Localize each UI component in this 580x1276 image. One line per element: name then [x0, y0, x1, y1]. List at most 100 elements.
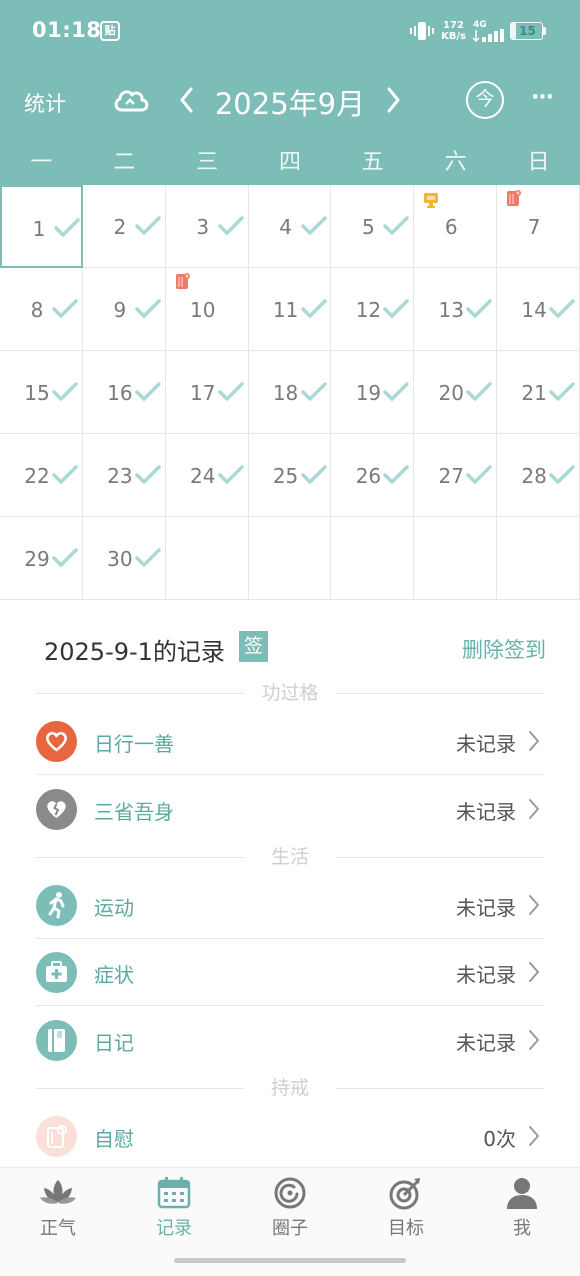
calendar-day-2[interactable]: 2: [82, 185, 166, 268]
calendar-empty-cell: [165, 517, 249, 600]
check-icon: [383, 382, 410, 401]
home-indicator: [174, 1258, 406, 1263]
check-icon: [466, 382, 493, 401]
calendar-day-7[interactable]: 7: [497, 185, 580, 268]
record-value: 未记录: [456, 896, 516, 920]
check-icon: [135, 216, 161, 235]
cloud-sync-icon[interactable]: [112, 84, 150, 116]
record-label: 日行一善: [94, 732, 174, 756]
record-row[interactable]: 运动 未记录: [36, 872, 544, 939]
record-label: 症状: [94, 963, 134, 987]
calendar-day-6[interactable]: 6: [414, 185, 498, 268]
calendar-day-22[interactable]: 22: [0, 434, 83, 517]
record-row[interactable]: 日行一善 未记录: [36, 708, 544, 775]
app-header: 01:18 贴 172 KB/s 4G 15 统计 2025年9月 今 ··· …: [0, 0, 580, 185]
next-month-icon[interactable]: [382, 86, 404, 114]
stats-button[interactable]: 统计: [24, 88, 66, 118]
chevron-right-icon: [529, 962, 539, 982]
calendar-grid: 1 2 3 4 5 6 7 8 9 10 11 12 13 14 15 16 17 18 19 20 21 22 23 24 2…: [0, 185, 580, 600]
calendar-day-25[interactable]: 25: [248, 434, 332, 517]
check-icon: [217, 216, 244, 235]
nav-item-user[interactable]: 我: [464, 1176, 580, 1256]
record-header: 2025-9-1的记录 签 删除签到: [0, 628, 580, 668]
check-icon: [52, 548, 78, 567]
calendar-empty-cell: [414, 517, 498, 600]
delete-signin-button[interactable]: 删除签到: [462, 634, 546, 664]
check-icon: [135, 548, 161, 567]
calendar-day-3[interactable]: 3: [165, 185, 249, 268]
calendar-empty-cell: [248, 517, 332, 600]
calendar-day-24[interactable]: 24: [165, 434, 249, 517]
more-menu-icon[interactable]: ···: [528, 86, 556, 114]
calendar-day-27[interactable]: 27: [414, 434, 498, 517]
calendar-day-30[interactable]: 30: [82, 517, 166, 600]
record-row[interactable]: 日记 未记录: [36, 1007, 544, 1074]
record-row[interactable]: 自慰 0次: [36, 1103, 544, 1170]
calendar-day-16[interactable]: 16: [82, 351, 166, 434]
calendar-day-9[interactable]: 9: [82, 268, 166, 351]
network-speed: 172 KB/s: [441, 20, 466, 42]
status-time: 01:18: [32, 18, 102, 42]
check-icon: [300, 465, 327, 484]
calendar-day-26[interactable]: 26: [331, 434, 415, 517]
broken-heart-icon: [36, 789, 77, 830]
weekday-label: 一: [30, 150, 53, 175]
calendar-day-17[interactable]: 17: [165, 351, 249, 434]
calendar-day-12[interactable]: 12: [331, 268, 415, 351]
toilet-paper-icon: [175, 273, 190, 289]
check-icon: [135, 382, 161, 401]
calendar-day-5[interactable]: 5: [331, 185, 415, 268]
month-title[interactable]: 2025年9月: [210, 81, 370, 123]
nav-label: 正气: [40, 1218, 76, 1239]
record-row[interactable]: 三省吾身 未记录: [36, 776, 544, 843]
calendar-day-4[interactable]: 4: [248, 185, 332, 268]
calendar-day-21[interactable]: 21: [497, 351, 580, 434]
nav-item-calendar[interactable]: 记录: [116, 1176, 232, 1256]
calendar-day-8[interactable]: 8: [0, 268, 83, 351]
calendar-day-28[interactable]: 28: [497, 434, 580, 517]
weekday-header: 一二三四五六日: [0, 140, 580, 185]
nav-item-lotus[interactable]: 正气: [0, 1176, 116, 1256]
today-button[interactable]: 今: [466, 81, 504, 119]
calendar-day-1[interactable]: 1: [0, 185, 83, 268]
calendar-day-23[interactable]: 23: [82, 434, 166, 517]
calendar-empty-cell: [331, 517, 415, 600]
prev-month-icon[interactable]: [176, 86, 198, 114]
record-value: 0次: [483, 1127, 516, 1151]
calendar-day-15[interactable]: 15: [0, 351, 83, 434]
section-title: 持戒: [270, 1077, 309, 1099]
section-title: 生活: [270, 846, 309, 868]
record-row[interactable]: 症状 未记录: [36, 939, 544, 1006]
calendar-day-19[interactable]: 19: [331, 351, 415, 434]
weekday-label: 六: [444, 150, 467, 175]
check-icon: [135, 465, 161, 484]
medical-kit-icon: [36, 952, 77, 993]
calendar-day-14[interactable]: 14: [497, 268, 580, 351]
section-title: 功过格: [261, 682, 319, 704]
calendar-day-29[interactable]: 29: [0, 517, 83, 600]
check-icon: [217, 382, 244, 401]
chevron-right-icon: [529, 1126, 539, 1146]
running-icon: [36, 885, 77, 926]
calendar-day-11[interactable]: 11: [248, 268, 332, 351]
check-icon: [54, 218, 80, 237]
nav-item-target[interactable]: 目标: [348, 1176, 464, 1256]
nav-item-circle[interactable]: 圈子: [232, 1176, 348, 1256]
calendar-day-13[interactable]: 13: [414, 268, 498, 351]
check-icon: [300, 299, 327, 318]
record-label: 自慰: [94, 1127, 134, 1151]
record-value: 未记录: [456, 1031, 516, 1055]
calendar-day-10[interactable]: 10: [165, 268, 249, 351]
sticker-notification-icon: 贴: [100, 21, 120, 41]
check-icon: [549, 299, 575, 318]
calendar-day-20[interactable]: 20: [414, 351, 498, 434]
record-value: 未记录: [456, 732, 516, 756]
calendar-empty-cell: [497, 517, 580, 600]
weekday-label: 二: [113, 150, 136, 175]
calendar-day-18[interactable]: 18: [248, 351, 332, 434]
battery-icon: 15: [510, 22, 546, 40]
chevron-right-icon: [529, 731, 539, 751]
chevron-right-icon: [529, 895, 539, 915]
cell-signal: 4G: [473, 20, 507, 42]
check-icon: [52, 465, 78, 484]
